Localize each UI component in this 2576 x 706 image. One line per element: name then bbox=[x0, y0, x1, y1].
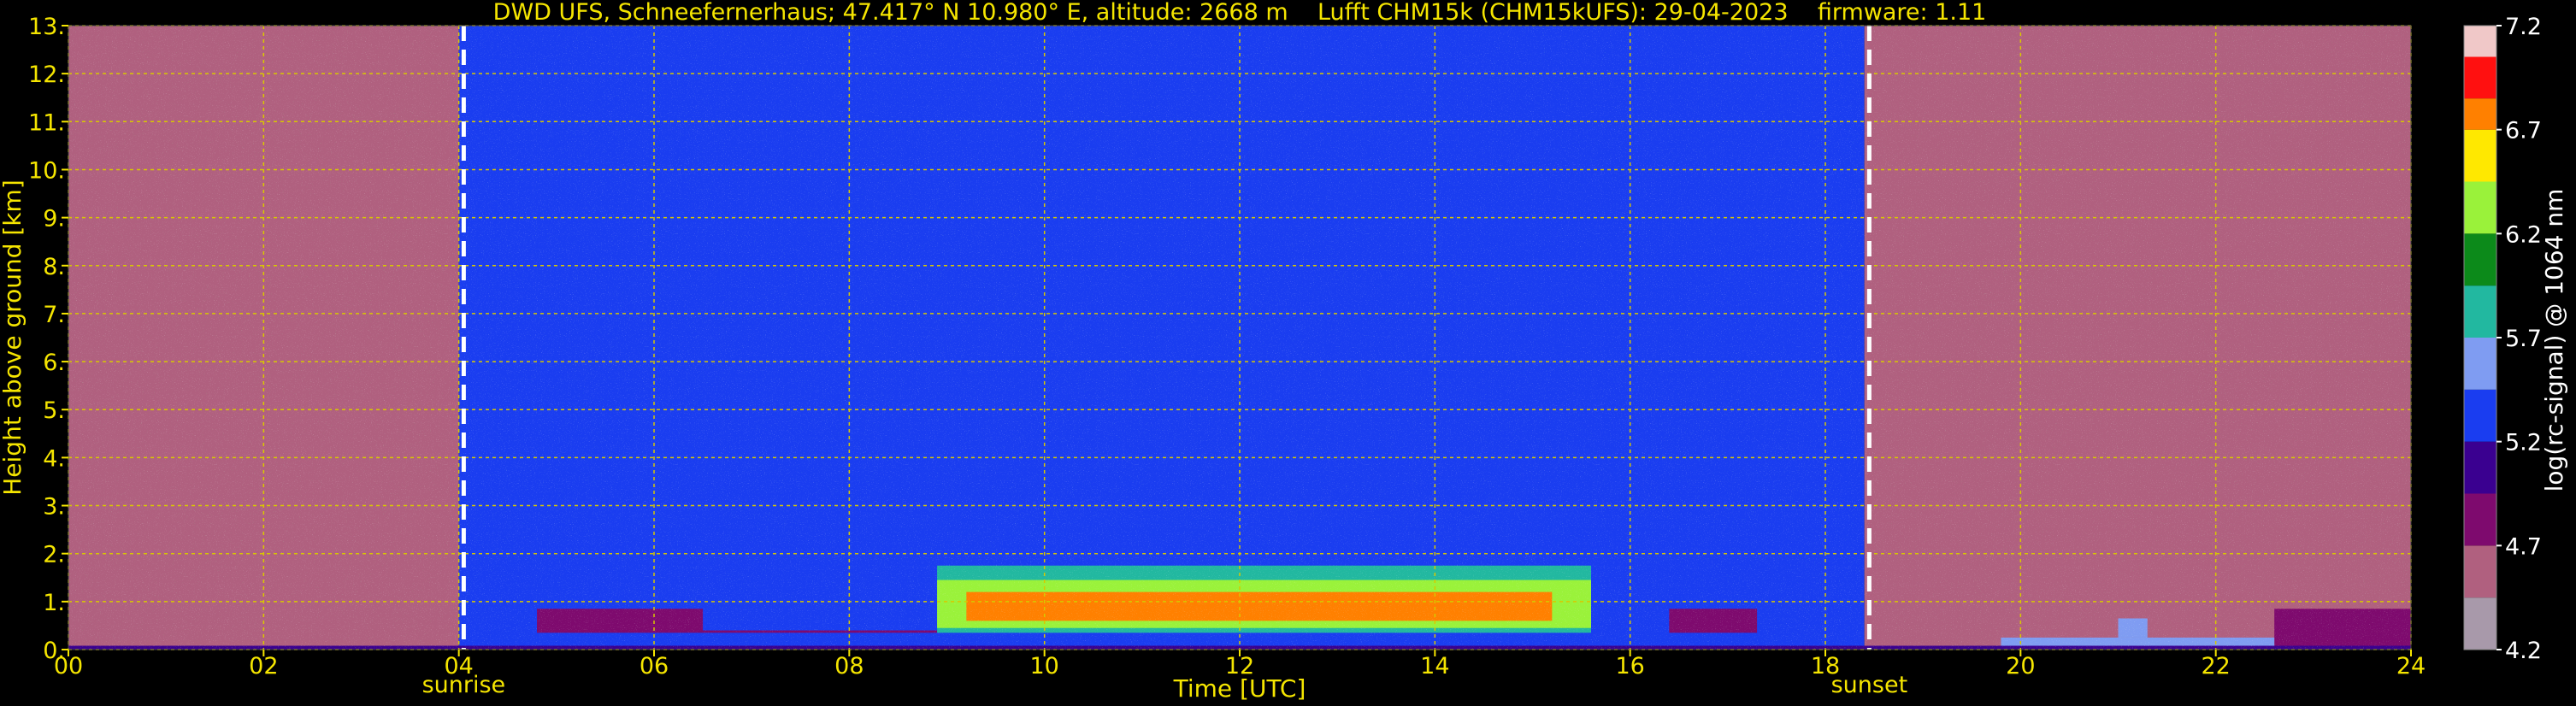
colorbar-segment bbox=[2464, 441, 2496, 494]
colorbar-segment bbox=[2464, 285, 2496, 338]
y-tick-label: 9. bbox=[43, 206, 65, 232]
x-tick-label: 16 bbox=[1615, 653, 1644, 680]
colorbar-tick-label: 5.7 bbox=[2505, 326, 2542, 352]
x-tick-label: 10 bbox=[1029, 653, 1058, 680]
plot-area: sunrise sunset bbox=[68, 25, 2412, 698]
colorbar-segment bbox=[2464, 129, 2496, 182]
colorbar-tick-label: 4.2 bbox=[2505, 638, 2542, 664]
colorbar-segment bbox=[2464, 181, 2496, 234]
y-tick-label: 5. bbox=[43, 397, 65, 424]
x-tick-label: 08 bbox=[834, 653, 864, 680]
y-tick-label: 1. bbox=[43, 590, 65, 616]
x-tick-label: 24 bbox=[2396, 653, 2426, 680]
y-tick-label: 11. bbox=[28, 109, 65, 136]
noise-texture-green bbox=[68, 26, 2411, 650]
y-tick-label: 13. bbox=[28, 14, 65, 40]
y-tick-label: 4. bbox=[43, 445, 65, 472]
x-tick-label: 02 bbox=[249, 653, 278, 680]
y-axis-label: Height above ground [km] bbox=[0, 179, 27, 496]
colorbar-segment bbox=[2464, 545, 2496, 598]
colorbar-segment bbox=[2464, 493, 2496, 546]
colorbar-tick-label: 7.2 bbox=[2505, 14, 2542, 40]
x-tick-label: 18 bbox=[1811, 653, 1840, 680]
colorbar-segment bbox=[2464, 56, 2496, 99]
x-tick-label: 06 bbox=[640, 653, 669, 680]
y-tick-label: 12. bbox=[28, 62, 65, 88]
x-tick-label: 04 bbox=[444, 653, 473, 680]
y-tick-label: 2. bbox=[43, 542, 65, 568]
colorbar-segment bbox=[2464, 338, 2496, 390]
colorbar-tick-label: 4.7 bbox=[2505, 533, 2542, 560]
colorbar-segment bbox=[2464, 389, 2496, 442]
x-tick-label: 20 bbox=[2006, 653, 2035, 680]
y-tick-label: 6. bbox=[43, 350, 65, 376]
colorbar-segment bbox=[2464, 233, 2496, 286]
chart-title: DWD UFS, Schneefernerhaus; 47.417° N 10.… bbox=[493, 0, 1987, 26]
colorbar-segment bbox=[2464, 26, 2496, 57]
colorbar-tick-label: 5.2 bbox=[2505, 430, 2542, 456]
colorbar-tick-label: 6.2 bbox=[2505, 221, 2542, 248]
colorbar-tick-label: 6.7 bbox=[2505, 118, 2542, 144]
y-tick-label: 8. bbox=[43, 254, 65, 280]
ceilometer-chart: sunrise sunset 00 02 04 06 08 10 12 14 16 18 20 22 24… bbox=[0, 0, 2576, 706]
x-axis-label: Time [UTC] bbox=[1173, 674, 1306, 703]
y-tick-label: 3. bbox=[43, 494, 65, 521]
colorbar-segment bbox=[2464, 98, 2496, 130]
colorbar-label: log(rc-signal) @ 1064 nm bbox=[2540, 189, 2568, 492]
y-tick-label: 0. bbox=[43, 638, 65, 664]
sunset-label: sunset bbox=[1831, 672, 1908, 698]
y-tick-label: 10. bbox=[28, 157, 65, 184]
y-tick-label: 7. bbox=[43, 302, 65, 328]
colorbar-segment bbox=[2464, 597, 2496, 650]
x-tick-label: 22 bbox=[2201, 653, 2230, 680]
x-tick-label: 14 bbox=[1420, 653, 1449, 680]
